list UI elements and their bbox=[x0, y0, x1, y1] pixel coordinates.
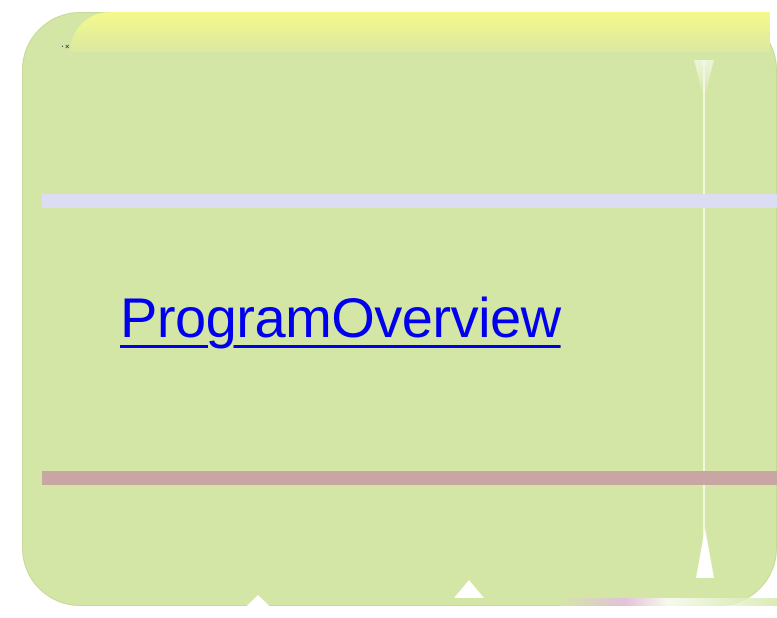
slide-canvas: ·× ProgramOverview bbox=[0, 0, 777, 618]
mauve-band bbox=[42, 471, 777, 485]
vertical-divider-line bbox=[703, 60, 705, 578]
program-overview-link[interactable]: ProgramOverview bbox=[120, 285, 561, 350]
decorative-bottom-strip bbox=[560, 598, 777, 606]
top-highlight-strip bbox=[70, 12, 770, 52]
lavender-band bbox=[42, 194, 777, 208]
decorative-dots: ·× bbox=[60, 42, 70, 51]
link-container: ProgramOverview bbox=[120, 272, 700, 362]
